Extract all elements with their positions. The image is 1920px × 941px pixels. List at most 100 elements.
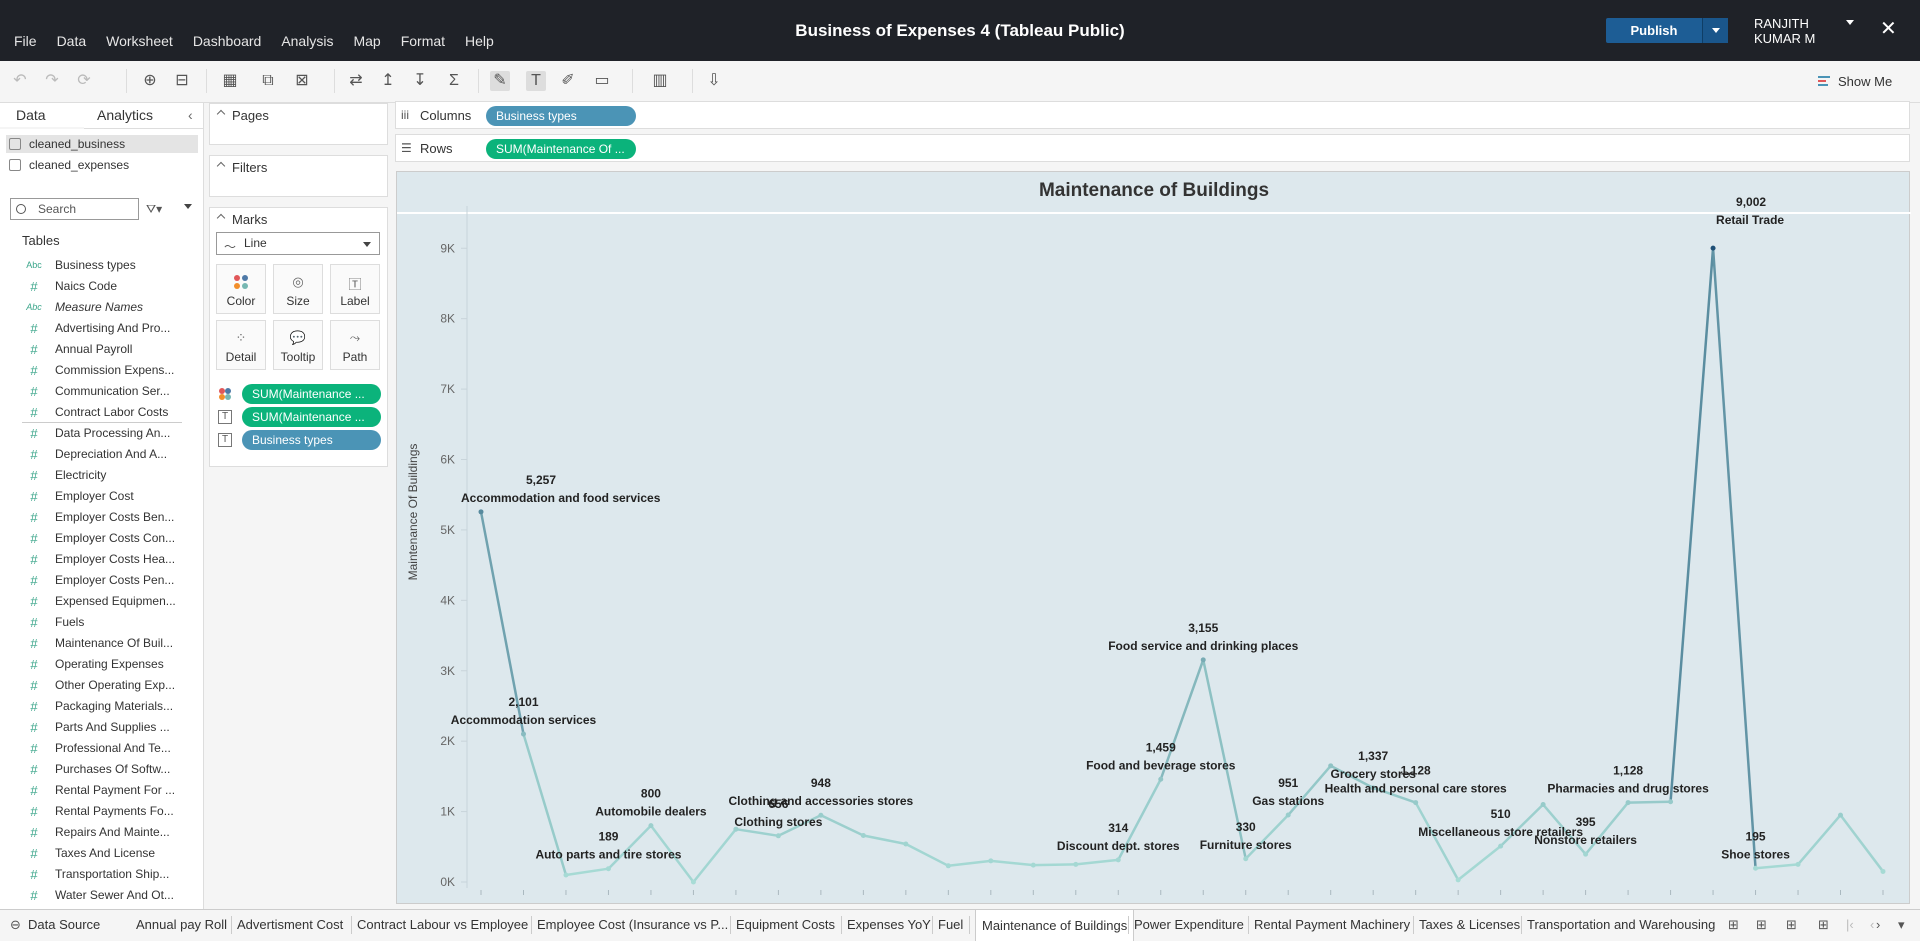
next-tab-arrow-icon[interactable]: › (1876, 917, 1880, 932)
sheet-tab[interactable]: Power Expenditure (1134, 917, 1244, 932)
field-item[interactable]: # Fuels (22, 612, 192, 633)
highlight-icon[interactable]: ✎ (490, 71, 510, 91)
field-item[interactable]: # Employer Cost (22, 486, 192, 507)
color-button[interactable]: Color (216, 264, 266, 314)
field-item[interactable]: # Employer Costs Con... (22, 528, 192, 549)
tooltip-button[interactable]: 💬 Tooltip (273, 320, 323, 370)
field-item[interactable]: # Other Operating Exp... (22, 675, 192, 696)
field-item[interactable]: # Rental Payments Fo... (22, 801, 192, 822)
field-item[interactable]: # Taxes And License (22, 843, 192, 864)
publish-dropdown-icon[interactable] (1702, 18, 1728, 43)
label-button[interactable]: 🅃 Label (330, 264, 380, 314)
field-item[interactable]: # Commission Expens... (22, 360, 192, 381)
tab-analytics[interactable]: Analytics (97, 107, 153, 123)
close-icon[interactable]: ✕ (1880, 16, 1897, 41)
new-worksheet-icon[interactable]: ▦ (220, 71, 240, 91)
tab-data-source[interactable]: Data Source (28, 917, 100, 932)
field-item[interactable]: # Water Sewer And Ot... (22, 885, 192, 906)
search-input[interactable]: Search (10, 198, 139, 220)
sort-descending-icon[interactable]: ↧ (410, 71, 430, 91)
new-datasource-icon[interactable]: ⊕ (140, 71, 160, 91)
sheet-tab[interactable]: Expenses YoY (847, 917, 931, 932)
new-worksheet-icon[interactable]: ⊞ (1728, 917, 1739, 933)
filters-card[interactable]: Filters (209, 155, 388, 197)
sheet-tab[interactable]: Advertisment Cost (237, 917, 343, 932)
field-item[interactable]: # Packaging Materials... (22, 696, 192, 717)
publish-button[interactable]: Publish (1606, 18, 1728, 43)
totals-icon[interactable]: Σ (444, 71, 464, 91)
first-tab-icon[interactable]: |‹ (1846, 917, 1854, 932)
field-item[interactable]: # Employer Costs Pen... (22, 570, 192, 591)
fit-icon[interactable]: ▭ (592, 71, 612, 91)
new-story-icon[interactable]: ⊞ (1786, 917, 1797, 933)
field-item[interactable]: # Data Processing An... (22, 423, 192, 444)
collapse-caret-icon[interactable] (216, 161, 226, 171)
columns-pill[interactable]: Business types (486, 106, 636, 126)
replay-icon[interactable]: ⟳ (74, 71, 94, 91)
field-item[interactable]: # Employer Costs Hea... (22, 549, 192, 570)
field-item[interactable]: # Electricity (22, 465, 192, 486)
show-me-button[interactable]: Show Me (1838, 74, 1892, 89)
show-cards-icon[interactable]: ▥ (650, 71, 670, 91)
tab-data[interactable]: Data (16, 107, 46, 123)
field-item[interactable]: # Professional And Te... (22, 738, 192, 759)
filter-icon[interactable]: ⛛▾ (146, 202, 162, 217)
field-item[interactable]: # Expensed Equipmen... (22, 591, 192, 612)
size-button[interactable]: ◎ Size (273, 264, 323, 314)
field-item[interactable]: Abc Measure Names (22, 297, 192, 318)
field-item[interactable]: # Employer Costs Ben... (22, 507, 192, 528)
columns-shelf[interactable]: iii Columns Business types (395, 101, 1910, 129)
rows-shelf[interactable]: ☰ Rows SUM(Maintenance Of ... (395, 134, 1910, 162)
datasource-item[interactable]: cleaned_business (6, 135, 198, 153)
prev-tab-icon[interactable]: ‹ (1870, 917, 1874, 932)
mark-type-select[interactable]: 〜 Line (216, 232, 380, 255)
field-item[interactable]: # Maintenance Of Buil... (22, 633, 192, 654)
user-caret-icon[interactable] (1846, 20, 1854, 25)
clear-sheet-icon[interactable]: ⊠ (292, 71, 312, 91)
duplicate-sheet-icon[interactable]: ⧉ (258, 71, 278, 91)
sheet-tab[interactable]: Contract Labour vs Employee (357, 917, 528, 932)
undo-icon[interactable]: ↶ (10, 71, 30, 91)
new-dashboard-icon[interactable]: ⊞ (1756, 917, 1767, 933)
path-button[interactable]: ⤳ Path (330, 320, 380, 370)
pages-card[interactable]: Pages (209, 103, 388, 145)
field-item[interactable]: # Parts And Supplies ... (22, 717, 192, 738)
field-item[interactable]: # Advertising And Pro... (22, 318, 192, 339)
field-item[interactable]: # Purchases Of Softw... (22, 759, 192, 780)
field-item[interactable]: # Communication Ser... (22, 381, 192, 402)
field-item[interactable]: # Transportation Ship... (22, 864, 192, 885)
detail-button[interactable]: ⁘ Detail (216, 320, 266, 370)
sheet-tab[interactable]: Fuel (938, 917, 963, 932)
tab-menu-icon[interactable]: ▾ (1898, 917, 1905, 933)
sheet-tab[interactable]: Transportation and Warehousing (1527, 917, 1715, 932)
field-item[interactable]: # Naics Code (22, 276, 192, 297)
datasource-item[interactable]: cleaned_expenses (6, 156, 198, 174)
field-item[interactable]: # Repairs And Mainte... (22, 822, 192, 843)
pause-updates-icon[interactable]: ⊟ (172, 71, 192, 91)
sheet-tab[interactable]: Maintenance of Buildings (975, 910, 1135, 941)
collapse-caret-icon[interactable] (216, 213, 226, 223)
field-item[interactable]: # Annual Payroll (22, 339, 192, 360)
format-workbook-icon[interactable]: ✐ (558, 71, 578, 91)
field-item[interactable]: # Contract Labor Costs (22, 402, 192, 423)
field-item[interactable]: # Depreciation And A... (22, 444, 192, 465)
field-item[interactable]: # Rental Payment For ... (22, 780, 192, 801)
swap-rows-columns-icon[interactable]: ⇄ (346, 71, 366, 91)
pane-menu-icon[interactable] (184, 204, 192, 209)
sheet-tab[interactable]: Employee Cost (Insurance vs P... (537, 917, 728, 932)
sheet-tab[interactable]: Taxes & Licenses (1419, 917, 1520, 932)
rows-pill[interactable]: SUM(Maintenance Of ... (486, 139, 636, 159)
measure-pill[interactable]: SUM(Maintenance ... (242, 407, 381, 427)
measure-pill[interactable]: SUM(Maintenance ... (242, 384, 381, 404)
field-item[interactable]: Abc Business types (22, 255, 192, 276)
presentation-mode-icon[interactable]: ⇩ (704, 71, 724, 91)
show-labels-icon[interactable]: T (526, 71, 546, 91)
sheet-tab[interactable]: Equipment Costs (736, 917, 835, 932)
show-me-icon[interactable] (1818, 75, 1830, 87)
redo-icon[interactable]: ↷ (42, 71, 62, 91)
new-sheet-icon[interactable]: ⊞ (1818, 917, 1829, 933)
user-menu[interactable]: RANJITH KUMAR M (1754, 16, 1815, 46)
sheet-tab[interactable]: Annual pay Roll (136, 917, 227, 932)
field-item[interactable]: # Operating Expenses (22, 654, 192, 675)
sort-ascending-icon[interactable]: ↥ (378, 71, 398, 91)
